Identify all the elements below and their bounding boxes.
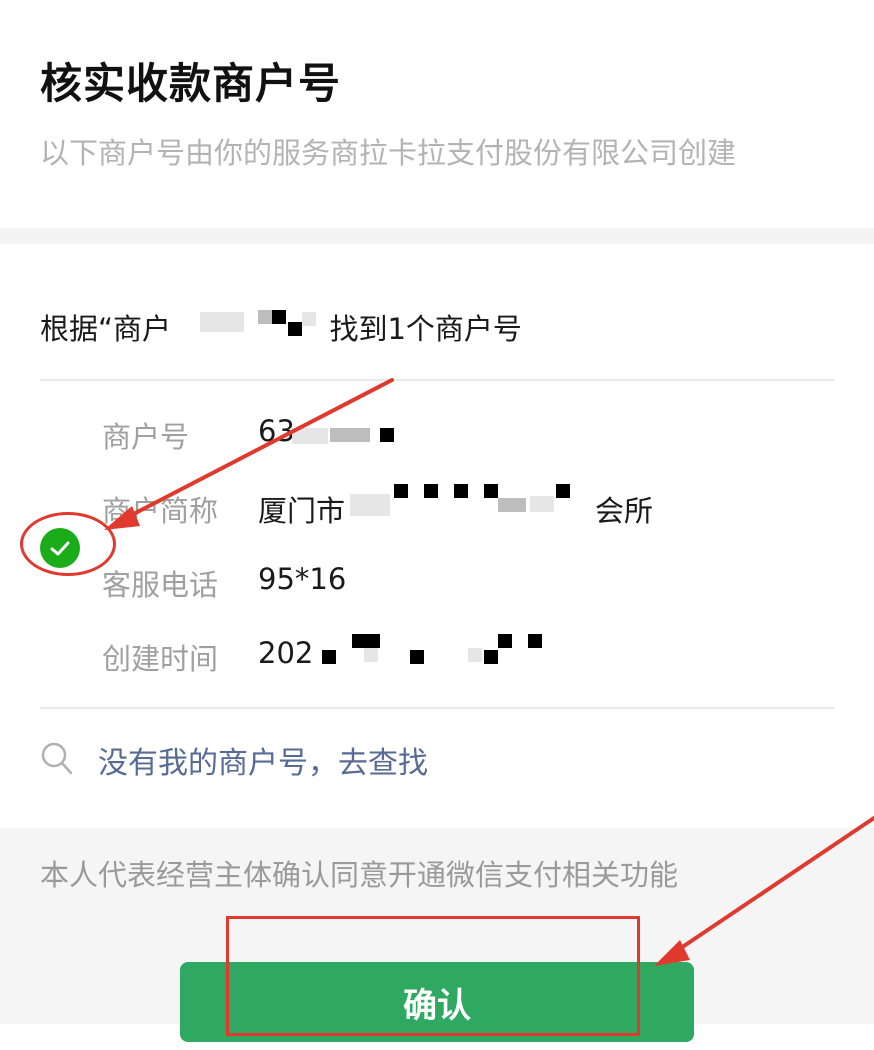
redaction-mosaic xyxy=(364,648,378,662)
merchant-name-label: 商户简称 xyxy=(102,494,219,528)
created-time-label: 创建时间 xyxy=(102,642,219,676)
annotation-rectangle xyxy=(226,916,640,1036)
redaction-mosaic xyxy=(302,312,316,326)
redaction-mosaic xyxy=(322,650,336,664)
service-phone-value: 95*16 xyxy=(258,562,347,596)
divider-top xyxy=(40,379,834,381)
redaction-mosaic xyxy=(352,634,380,648)
redaction-mosaic xyxy=(498,498,526,512)
created-time-value: 202 xyxy=(258,636,314,670)
merchant-id-value: 63 xyxy=(258,414,295,448)
redaction-mosaic xyxy=(498,634,512,648)
redaction-mosaic xyxy=(394,484,408,498)
redaction-mosaic xyxy=(484,650,498,664)
consent-text: 本人代表经营主体确认同意开通微信支付相关功能 xyxy=(40,858,679,892)
page-title: 核实收款商户号 xyxy=(40,59,342,108)
redaction-mosaic xyxy=(530,496,554,512)
redaction-mosaic xyxy=(454,484,468,498)
merchant-name-prefix: 厦门市 xyxy=(258,494,346,528)
redaction-mosaic xyxy=(468,648,482,662)
redaction-mosaic xyxy=(424,484,438,498)
annotation-ellipse xyxy=(20,512,116,576)
page-subtitle: 以下商户号由你的服务商拉卡拉支付股份有限公司创建 xyxy=(40,136,737,170)
redaction-mosaic xyxy=(528,634,542,648)
section-divider xyxy=(0,228,874,244)
redaction-mosaic xyxy=(200,312,244,332)
redaction-mosaic xyxy=(350,494,390,516)
merchant-id-label: 商户号 xyxy=(102,420,190,454)
redaction-mosaic xyxy=(484,484,498,498)
merchant-name-suffix: 会所 xyxy=(595,494,654,528)
find-merchant-label[interactable]: 没有我的商户号，去查找 xyxy=(98,738,428,782)
service-phone-label: 客服电话 xyxy=(102,568,219,602)
redaction-mosaic xyxy=(258,310,272,324)
redaction-mosaic xyxy=(272,310,286,324)
divider-bottom xyxy=(40,707,834,709)
redaction-mosaic xyxy=(556,484,570,498)
redaction-mosaic xyxy=(410,650,424,664)
search-result-suffix: 找到1个商户号 xyxy=(329,312,522,346)
redaction-mosaic xyxy=(380,428,394,442)
search-icon xyxy=(40,740,74,782)
redaction-mosaic xyxy=(330,428,370,442)
redaction-mosaic xyxy=(292,428,328,444)
search-result-prefix: 根据“商户 xyxy=(40,312,172,346)
page-header: 核实收款商户号 以下商户号由你的服务商拉卡拉支付股份有限公司创建 xyxy=(0,0,874,228)
redaction-mosaic xyxy=(288,322,302,336)
